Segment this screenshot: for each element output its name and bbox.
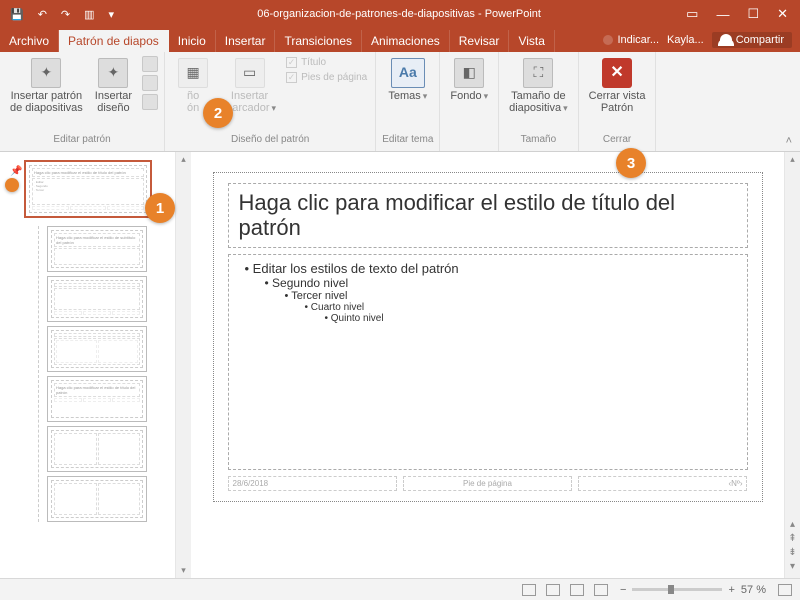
group-label bbox=[468, 132, 471, 147]
rename-button[interactable] bbox=[142, 75, 158, 91]
group-edit-theme: Aa Temas Editar tema bbox=[376, 52, 440, 151]
background-button[interactable]: ◧ Fondo bbox=[446, 56, 492, 104]
slide-size-icon: ⛶ bbox=[523, 58, 553, 88]
callout-3: 3 bbox=[616, 148, 646, 178]
group-master-layout: ▦ ño ón ▭ Insertar marcador ✓Título ✓Pie… bbox=[165, 52, 376, 151]
layout-thumbnail[interactable]: Haga clic para modificar el estilo de tí… bbox=[47, 376, 147, 422]
layout-thumbnail[interactable] bbox=[47, 426, 147, 472]
user-name[interactable]: Kayla... bbox=[667, 34, 704, 46]
group-close: ✕ Cerrar vista Patrón Cerrar bbox=[579, 52, 657, 151]
callout-2: 2 bbox=[203, 98, 233, 128]
close-master-view-button[interactable]: ✕ Cerrar vista Patrón bbox=[585, 56, 650, 116]
body-level-4: Cuarto nivel bbox=[239, 302, 737, 313]
placeholder-icon: ▭ bbox=[235, 58, 265, 88]
delete-button[interactable] bbox=[142, 56, 158, 72]
zoom-in-icon[interactable]: + bbox=[728, 584, 734, 596]
collapse-ribbon-icon[interactable]: ˄ bbox=[778, 131, 800, 151]
preserve-button[interactable] bbox=[142, 94, 158, 110]
slide-canvas[interactable]: Haga clic para modificar el estilo de tí… bbox=[213, 172, 763, 502]
checkbox-footers: ✓Pies de página bbox=[284, 71, 369, 84]
zoom-control[interactable]: − + 57 % bbox=[620, 584, 792, 596]
insert-slide-master-button[interactable]: ✦ Insertar patrón de diapositivas bbox=[6, 56, 87, 116]
tab-view[interactable]: Vista bbox=[509, 30, 554, 52]
title-placeholder[interactable]: Haga clic para modificar el estilo de tí… bbox=[228, 183, 748, 248]
body-level-2: Segundo nivel bbox=[239, 276, 737, 290]
redo-icon[interactable]: ↷ bbox=[61, 8, 70, 21]
insert-layout-button[interactable]: ✦ Insertar diseño bbox=[91, 56, 136, 116]
tab-home[interactable]: Inicio bbox=[169, 30, 216, 52]
reading-view-icon[interactable] bbox=[570, 584, 584, 596]
save-icon[interactable]: 💾 bbox=[10, 8, 24, 21]
status-bar: − + 57 % bbox=[0, 578, 800, 600]
tab-slide-master[interactable]: Patrón de diapos bbox=[59, 30, 169, 52]
master-thumbnail[interactable]: Haga clic para modificar el estilo de tí… bbox=[24, 160, 152, 218]
tab-file[interactable]: Archivo bbox=[0, 30, 59, 52]
preserve-pin-icon: 📌 bbox=[10, 160, 20, 177]
layout-thumbnail[interactable] bbox=[47, 476, 147, 522]
window-title: 06-organizacion-de-patrones-de-diapositi… bbox=[124, 8, 674, 20]
slide-size-button[interactable]: ⛶ Tamaño de diapositiva bbox=[505, 56, 572, 116]
date-placeholder[interactable]: 28/6/2018 bbox=[228, 476, 397, 491]
tab-review[interactable]: Revisar bbox=[450, 30, 510, 52]
editor-scrollbar[interactable]: ▴ ▴⇞⇟▾ bbox=[784, 152, 800, 578]
slideshow-view-icon[interactable] bbox=[594, 584, 608, 596]
group-background: ◧ Fondo bbox=[440, 52, 499, 151]
workspace: 📌 Haga clic para modificar el estilo de … bbox=[0, 152, 800, 578]
minimize-icon[interactable]: ― bbox=[716, 7, 729, 22]
callout-marker bbox=[5, 178, 19, 192]
group-label: Cerrar bbox=[603, 132, 631, 147]
undo-icon[interactable]: ↶ bbox=[38, 8, 47, 21]
master-layout-icon: ▦ bbox=[178, 58, 208, 88]
ribbon-tabs: Archivo Patrón de diapos Inicio Insertar… bbox=[0, 28, 800, 52]
checkbox-title: ✓Título bbox=[284, 56, 369, 69]
ribbon-options-icon[interactable]: ▭ bbox=[686, 6, 698, 22]
body-placeholder[interactable]: Editar los estilos de texto del patrón S… bbox=[228, 254, 748, 470]
group-size: ⛶ Tamaño de diapositiva Tamaño bbox=[499, 52, 579, 151]
maximize-icon[interactable]: ☐ bbox=[747, 6, 759, 22]
group-label: Editar patrón bbox=[53, 132, 110, 147]
body-level-1: Editar los estilos de texto del patrón bbox=[239, 261, 737, 276]
zoom-out-icon[interactable]: − bbox=[620, 584, 626, 596]
body-level-3: Tercer nivel bbox=[239, 290, 737, 302]
start-slideshow-icon[interactable]: ▥ bbox=[84, 8, 94, 21]
callout-1: 1 bbox=[145, 193, 175, 223]
person-icon bbox=[720, 34, 732, 46]
slide-number-placeholder[interactable]: ‹Nº› bbox=[578, 476, 747, 491]
slide-editor: Haga clic para modificar el estilo de tí… bbox=[191, 152, 800, 578]
close-window-icon[interactable]: ✕ bbox=[777, 6, 788, 22]
layout-thumbnail[interactable] bbox=[47, 276, 147, 322]
group-edit-master: ✦ Insertar patrón de diapositivas ✦ Inse… bbox=[0, 52, 165, 151]
tab-transitions[interactable]: Transiciones bbox=[275, 30, 362, 52]
share-button[interactable]: Compartir bbox=[712, 32, 792, 48]
lightbulb-icon bbox=[603, 35, 613, 45]
layout-thumbnail[interactable] bbox=[47, 326, 147, 372]
zoom-percent[interactable]: 57 % bbox=[741, 584, 766, 596]
themes-icon: Aa bbox=[391, 58, 425, 88]
thumbnail-scrollbar[interactable]: ▴▾ bbox=[175, 152, 191, 578]
tell-me-search[interactable]: Indicar... bbox=[603, 34, 659, 46]
title-bar: 💾 ↶ ↷ ▥ ▾ 06-organizacion-de-patrones-de… bbox=[0, 0, 800, 28]
group-label: Editar tema bbox=[382, 132, 433, 147]
sorter-view-icon[interactable] bbox=[546, 584, 560, 596]
ribbon: ✦ Insertar patrón de diapositivas ✦ Inse… bbox=[0, 52, 800, 152]
normal-view-icon[interactable] bbox=[522, 584, 536, 596]
group-label: Tamaño bbox=[521, 132, 557, 147]
slide-master-icon: ✦ bbox=[31, 58, 61, 88]
tab-insert[interactable]: Insertar bbox=[216, 30, 276, 52]
tab-animations[interactable]: Animaciones bbox=[362, 30, 450, 52]
group-label: Diseño del patrón bbox=[231, 132, 309, 147]
close-icon: ✕ bbox=[602, 58, 632, 88]
qat-dropdown-icon[interactable]: ▾ bbox=[109, 8, 115, 21]
body-level-5: Quinto nivel bbox=[239, 313, 737, 324]
scroll-nav-icons[interactable]: ▴⇞⇟▾ bbox=[785, 518, 800, 574]
zoom-slider[interactable] bbox=[632, 588, 722, 591]
layout-icon: ✦ bbox=[98, 58, 128, 88]
background-icon: ◧ bbox=[454, 58, 484, 88]
fit-to-window-icon[interactable] bbox=[778, 584, 792, 596]
themes-button[interactable]: Aa Temas bbox=[384, 56, 431, 104]
layout-thumbnail[interactable]: Haga clic para modificar el estilo de su… bbox=[47, 226, 147, 272]
footer-placeholder[interactable]: Pie de página bbox=[403, 476, 572, 491]
